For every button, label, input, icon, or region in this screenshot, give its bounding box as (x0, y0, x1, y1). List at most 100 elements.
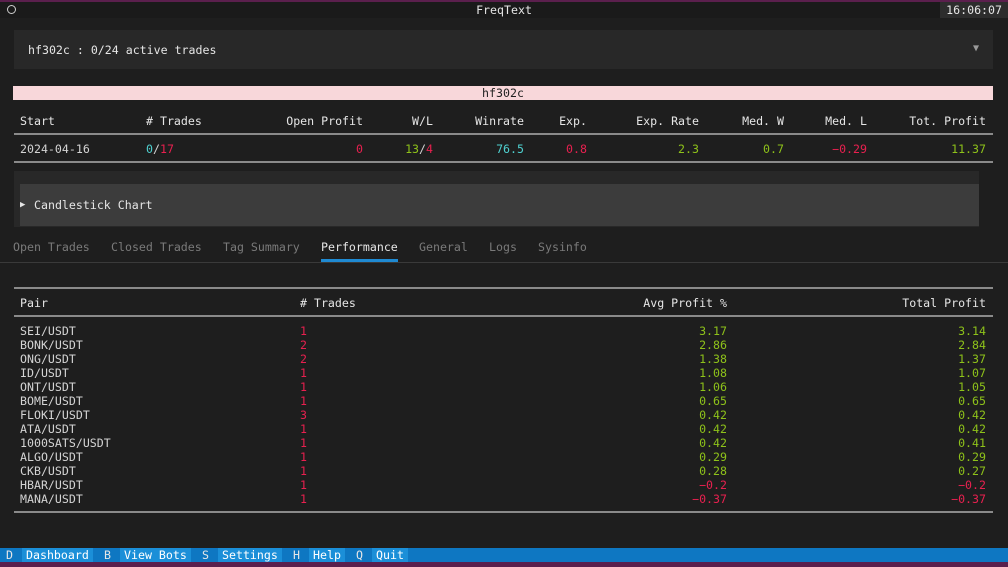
summary-trades-open: 0 (146, 142, 153, 156)
candlestick-panel: ▶ Candlestick Chart (14, 171, 979, 227)
expand-triangle-icon[interactable]: ▶ (20, 200, 25, 210)
perf-cell-avg-profit: 1.08 (699, 366, 727, 380)
perf-cell-pair: 1000SATS/USDT (20, 436, 111, 450)
perf-cell-total-profit: 0.42 (958, 408, 986, 422)
tab-bar: Open Trades Closed Trades Tag Summary Pe… (0, 240, 1008, 264)
tab-performance[interactable]: Performance (321, 240, 398, 254)
perf-cell-total-profit: 0.41 (958, 436, 986, 450)
summary-open-profit: 0 (356, 142, 363, 156)
perf-cell-pair: ATA/USDT (20, 422, 76, 436)
col-header-med-l: Med. L (825, 114, 867, 128)
candlestick-collapsible[interactable]: ▶ Candlestick Chart (20, 184, 979, 226)
bot-name-banner: hf302c (13, 86, 993, 100)
tab-general[interactable]: General (419, 240, 468, 254)
footer-help[interactable]: Help (309, 548, 345, 562)
perf-cell-avg-profit: 0.65 (699, 394, 727, 408)
perf-cell-total-profit: 3.14 (958, 324, 986, 338)
perf-cell-trades: 3 (300, 408, 307, 422)
perf-header-divider (14, 315, 993, 317)
col-header-winrate: Winrate (475, 114, 524, 128)
perf-cell-trades: 2 (300, 338, 307, 352)
perf-cell-total-profit: −0.37 (951, 492, 986, 506)
col-header-start: Start (20, 114, 55, 128)
footer-settings[interactable]: Settings (218, 548, 282, 562)
col-header-exp: Exp. (559, 114, 587, 128)
active-tab-indicator (321, 259, 398, 262)
perf-cell-total-profit: 1.07 (958, 366, 986, 380)
summary-wins: 13 (405, 142, 420, 156)
footer-key-h: H (293, 548, 300, 562)
summary-wl: 13/4 (405, 142, 433, 156)
perf-cell-pair: ONT/USDT (20, 380, 76, 394)
perf-cell-total-profit: 0.65 (958, 394, 986, 408)
perf-cell-avg-profit: 3.17 (699, 324, 727, 338)
perf-cell-avg-profit: −0.2 (699, 478, 727, 492)
summary-bottom-divider (14, 161, 993, 163)
summary-trades-total: 17 (159, 142, 174, 156)
clock: 16:06:07 (940, 2, 1008, 18)
perf-cell-avg-profit: 0.29 (699, 450, 727, 464)
dropdown-arrow-icon[interactable]: ▼ (973, 43, 979, 54)
summary-tot-profit: 11.37 (951, 142, 986, 156)
title-bar: FreqText 16:06:07 (0, 0, 1008, 18)
footer-view-bots[interactable]: View Bots (120, 548, 191, 562)
footer-quit[interactable]: Quit (372, 548, 408, 562)
perf-cell-avg-profit: 0.42 (699, 436, 727, 450)
col-header-tot-profit: Tot. Profit (909, 114, 986, 128)
col-header-med-w: Med. W (742, 114, 784, 128)
perf-cell-avg-profit: 0.28 (699, 464, 727, 478)
perf-header-avg-profit: Avg Profit % (643, 296, 727, 310)
col-header-open-profit: Open Profit (286, 114, 363, 128)
tab-sysinfo[interactable]: Sysinfo (538, 240, 587, 254)
bot-select-label: hf302c : 0/24 active trades (28, 43, 217, 57)
bottom-border (0, 562, 1008, 567)
perf-cell-trades: 1 (300, 464, 307, 478)
tab-bar-divider (0, 262, 1008, 263)
footer-key-d: D (6, 548, 13, 562)
perf-top-divider (14, 287, 993, 289)
perf-cell-trades: 1 (300, 478, 307, 492)
perf-cell-avg-profit: 1.06 (699, 380, 727, 394)
perf-bottom-divider (14, 511, 993, 513)
perf-cell-pair: CKB/USDT (20, 464, 76, 478)
summary-winrate: 76.5 (496, 142, 524, 156)
footer-key-q: Q (356, 548, 363, 562)
tab-logs[interactable]: Logs (489, 240, 517, 254)
perf-cell-total-profit: 0.29 (958, 450, 986, 464)
perf-header-total-profit: Total Profit (902, 296, 986, 310)
summary-losses: 4 (426, 142, 433, 156)
perf-cell-trades: 1 (300, 394, 307, 408)
perf-cell-avg-profit: 2.86 (699, 338, 727, 352)
perf-cell-pair: MANA/USDT (20, 492, 83, 506)
tab-tag-summary[interactable]: Tag Summary (223, 240, 300, 254)
perf-cell-trades: 1 (300, 492, 307, 506)
summary-header-divider (14, 133, 993, 135)
perf-cell-pair: HBAR/USDT (20, 478, 83, 492)
perf-cell-trades: 1 (300, 436, 307, 450)
footer-key-b: B (104, 548, 111, 562)
summary-exp-rate: 2.3 (678, 142, 699, 156)
perf-cell-pair: ALGO/USDT (20, 450, 83, 464)
footer-keybar: D Dashboard B View Bots S Settings H Hel… (0, 548, 1008, 562)
summary-trades-sep: / (152, 142, 160, 156)
col-header-wl: W/L (412, 114, 433, 128)
perf-cell-trades: 1 (300, 324, 307, 338)
perf-cell-pair: ONG/USDT (20, 352, 76, 366)
footer-dashboard[interactable]: Dashboard (22, 548, 93, 562)
col-header-exp-rate: Exp. Rate (636, 114, 699, 128)
app-title: FreqText (476, 3, 532, 17)
perf-cell-total-profit: 1.37 (958, 352, 986, 366)
summary-med-w: 0.7 (763, 142, 784, 156)
perf-cell-pair: BOME/USDT (20, 394, 83, 408)
tab-closed-trades[interactable]: Closed Trades (111, 240, 202, 254)
summary-start: 2024-04-16 (20, 142, 90, 156)
perf-cell-pair: ID/USDT (20, 366, 69, 380)
tab-open-trades[interactable]: Open Trades (13, 240, 90, 254)
col-header-trades: # Trades (146, 114, 202, 128)
summary-exp: 0.8 (566, 142, 587, 156)
perf-cell-pair: SEI/USDT (20, 324, 76, 338)
summary-trades: 0/17 (146, 142, 174, 156)
bot-select[interactable]: hf302c : 0/24 active trades ▼ (14, 30, 993, 69)
perf-cell-pair: FLOKI/USDT (20, 408, 90, 422)
perf-cell-avg-profit: 0.42 (699, 422, 727, 436)
